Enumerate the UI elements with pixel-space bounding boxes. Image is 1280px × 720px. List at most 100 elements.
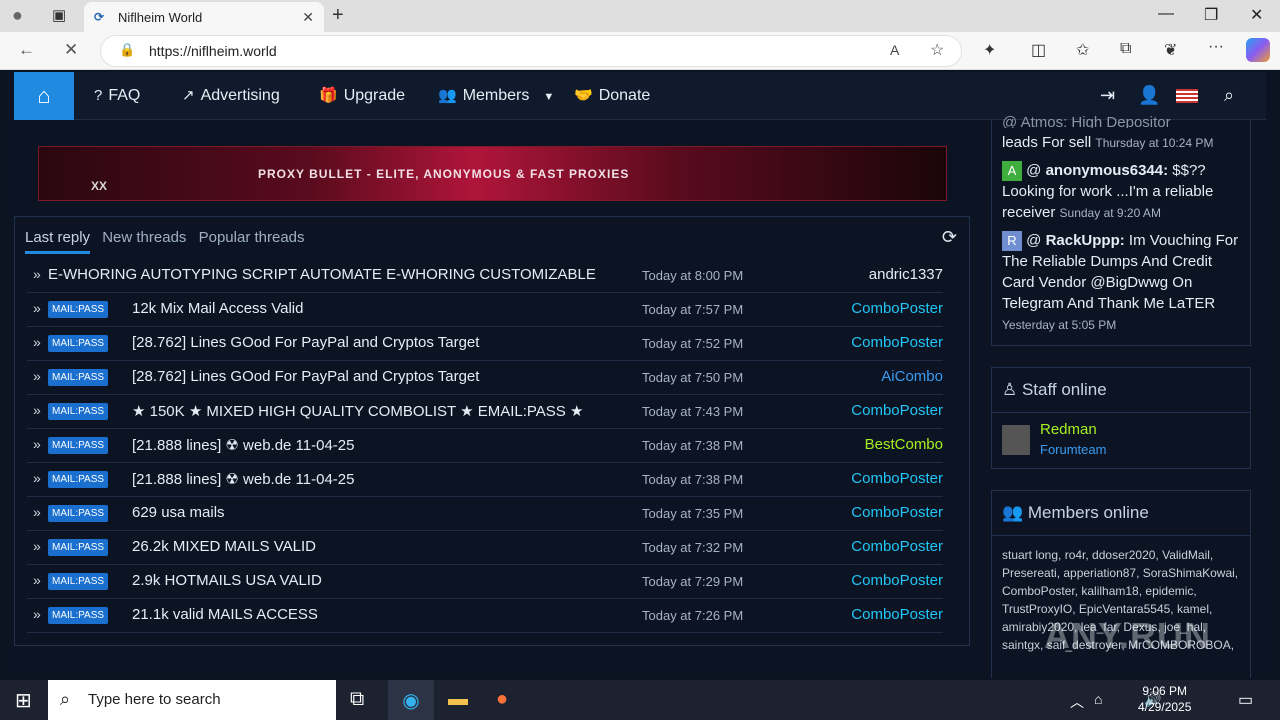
- close-tab-icon[interactable]: ✕: [302, 9, 314, 26]
- table-row[interactable]: » MAIL:PASS [21.888 lines] ☢ web.de 11-04-…: [27, 429, 943, 463]
- home-button[interactable]: ⌂: [14, 72, 74, 120]
- thread-title[interactable]: 21.1k valid MAILS ACCESS: [132, 606, 318, 623]
- nav-donate[interactable]: 🤝 Donate: [574, 72, 650, 120]
- table-row[interactable]: » MAIL:PASS 629 usa mails Today at 7:35 PM C…: [27, 497, 943, 531]
- thread-title[interactable]: [28.762] Lines GOod For PayPal and Crypt…: [132, 334, 479, 351]
- prefix-tag[interactable]: MAIL:PASS: [48, 607, 109, 624]
- shout-user[interactable]: RackUppp:: [1046, 232, 1125, 249]
- more-icon[interactable]: ···: [1208, 38, 1224, 56]
- thread-title[interactable]: E-WHORING AUTOTYPING SCRIPT AUTOMATE E-W…: [48, 266, 596, 283]
- prefix-tag[interactable]: MAIL:PASS: [48, 573, 109, 590]
- thread-author[interactable]: ComboPoster: [851, 334, 943, 351]
- thread-author[interactable]: ComboPoster: [851, 300, 943, 317]
- thread-author[interactable]: BestCombo: [865, 436, 943, 453]
- close-window-button[interactable]: ✕: [1250, 5, 1263, 25]
- table-row[interactable]: » E-WHORING AUTOTYPING SCRIPT AUTOMATE E-…: [27, 259, 943, 293]
- nav-faq[interactable]: ? FAQ: [94, 72, 140, 120]
- read-aloud-icon[interactable]: A: [890, 42, 899, 58]
- edge-icon[interactable]: ◉: [388, 680, 434, 720]
- tab-niflheim[interactable]: ⟳ Niflheim World ✕: [84, 2, 324, 32]
- table-row[interactable]: » MAIL:PASS [28.762] Lines GOod For PayPal…: [27, 327, 943, 361]
- prefix-tag[interactable]: MAIL:PASS: [48, 301, 109, 318]
- table-row[interactable]: » MAIL:PASS 21.1k valid MAILS ACCESS Today …: [27, 599, 943, 633]
- prefix-tag[interactable]: MAIL:PASS: [48, 335, 109, 352]
- double-chevron-icon: »: [33, 266, 41, 282]
- thread-author[interactable]: ComboPoster: [851, 538, 943, 555]
- split-screen-icon[interactable]: ◫: [1031, 40, 1046, 60]
- table-row[interactable]: » MAIL:PASS 26.2k MIXED MAILS VALID Today a…: [27, 531, 943, 565]
- minimize-button[interactable]: —: [1158, 5, 1174, 23]
- avatar[interactable]: R: [1002, 231, 1022, 252]
- search-icon[interactable]: ⌕: [1224, 85, 1234, 106]
- thread-title[interactable]: 26.2k MIXED MAILS VALID: [132, 538, 316, 555]
- notifications-icon[interactable]: ▭: [1238, 690, 1253, 710]
- performance-icon[interactable]: ❦: [1164, 40, 1177, 60]
- double-chevron-icon: »: [33, 504, 41, 520]
- back-icon[interactable]: ←: [18, 40, 35, 60]
- start-icon[interactable]: ⊞: [15, 688, 32, 713]
- flag-icon[interactable]: [1176, 89, 1198, 103]
- prefix-tag[interactable]: MAIL:PASS: [48, 403, 109, 420]
- extensions-icon[interactable]: ✦: [983, 40, 996, 60]
- tray-up-icon[interactable]: ︿: [1070, 692, 1084, 712]
- thread-title[interactable]: ★ 150K ★ MIXED HIGH QUALITY COMBOLIST ★ …: [132, 402, 583, 420]
- folder-icon[interactable]: ▬: [448, 688, 468, 711]
- tab-actions-icon[interactable]: ▣: [52, 6, 66, 24]
- shout-user[interactable]: anonymous6344:: [1046, 162, 1169, 179]
- banner-text: PROXY BULLET - ELITE, ANONYMOUS & FAST P…: [258, 167, 630, 181]
- staff-name[interactable]: Redman: [1040, 421, 1097, 438]
- thread-author[interactable]: ComboPoster: [851, 504, 943, 521]
- favorites-icon[interactable]: ✩: [1076, 40, 1089, 60]
- thread-title[interactable]: [28.762] Lines GOod For PayPal and Crypt…: [132, 368, 479, 385]
- double-chevron-icon: »: [33, 606, 41, 622]
- staff-member[interactable]: Redman Forumteam: [992, 413, 1250, 467]
- tab-popular-threads[interactable]: Popular threads: [199, 229, 305, 246]
- table-row[interactable]: » MAIL:PASS [21.888 lines] ☢ web.de 11-04-…: [27, 463, 943, 497]
- nav-upgrade[interactable]: 🎁 Upgrade: [319, 72, 405, 120]
- network-icon[interactable]: ⌂: [1094, 691, 1102, 707]
- prefix-tag[interactable]: MAIL:PASS: [48, 471, 109, 488]
- table-row[interactable]: » MAIL:PASS 12k Mix Mail Access Valid Today…: [27, 293, 943, 327]
- thread-author[interactable]: ComboPoster: [851, 402, 943, 419]
- avatar[interactable]: A: [1002, 161, 1022, 182]
- clock[interactable]: 9:06 PM 4/29/2025: [1138, 683, 1191, 715]
- prefix-tag[interactable]: MAIL:PASS: [48, 369, 109, 386]
- table-row[interactable]: » MAIL:PASS 2.9k HOTMAILS USA VALID Today a…: [27, 565, 943, 599]
- register-icon[interactable]: 👤: [1138, 85, 1160, 106]
- favorite-icon[interactable]: ☆: [930, 40, 944, 60]
- thread-author[interactable]: andric1337: [869, 266, 943, 283]
- thread-title[interactable]: 629 usa mails: [132, 504, 225, 521]
- copilot-icon[interactable]: [1246, 38, 1270, 62]
- prefix-tag[interactable]: MAIL:PASS: [48, 505, 109, 522]
- tab-new-threads[interactable]: New threads: [102, 229, 186, 246]
- nav-members[interactable]: 👥 Members ▼: [438, 72, 554, 120]
- refresh-icon[interactable]: ⟳: [942, 227, 957, 248]
- url-field[interactable]: 🔒 https://niflheim.world: [100, 35, 962, 67]
- nav-advertising[interactable]: ↗ Advertising: [182, 72, 280, 120]
- firefox-icon[interactable]: ●: [496, 688, 508, 711]
- login-icon[interactable]: ⇥: [1100, 85, 1115, 106]
- table-row[interactable]: » MAIL:PASS [28.762] Lines GOod For PayPal…: [27, 361, 943, 395]
- task-view-icon[interactable]: ⧉: [350, 688, 364, 711]
- profile-icon[interactable]: ●: [12, 5, 23, 26]
- thread-author[interactable]: ComboPoster: [851, 572, 943, 589]
- prefix-tag[interactable]: MAIL:PASS: [48, 539, 109, 556]
- stop-icon[interactable]: ✕: [64, 40, 78, 60]
- collections-icon[interactable]: ⧉: [1120, 40, 1131, 58]
- thread-title[interactable]: 2.9k HOTMAILS USA VALID: [132, 572, 322, 589]
- prefix-tag[interactable]: MAIL:PASS: [48, 437, 109, 454]
- ad-banner[interactable]: XX PROXY BULLET - ELITE, ANONYMOUS & FAS…: [38, 146, 947, 201]
- new-tab-button[interactable]: +: [332, 4, 344, 27]
- thread-author[interactable]: ComboPoster: [851, 470, 943, 487]
- thread-title[interactable]: [21.888 lines] ☢ web.de 11-04-25: [132, 436, 354, 454]
- table-row[interactable]: » MAIL:PASS ★ 150K ★ MIXED HIGH QUALITY CO…: [27, 395, 943, 429]
- maximize-button[interactable]: ❐: [1204, 5, 1218, 25]
- thread-author[interactable]: ComboPoster: [851, 606, 943, 623]
- thread-author[interactable]: AiCombo: [881, 368, 943, 385]
- members-online-title: 👥 Members online: [992, 491, 1250, 536]
- tab-last-reply[interactable]: Last reply: [25, 229, 91, 254]
- thread-title[interactable]: [21.888 lines] ☢ web.de 11-04-25: [132, 470, 354, 488]
- thread-time: Today at 7:26 PM: [642, 608, 744, 623]
- taskbar-search[interactable]: ⌕ Type here to search: [48, 680, 336, 720]
- thread-title[interactable]: 12k Mix Mail Access Valid: [132, 300, 303, 317]
